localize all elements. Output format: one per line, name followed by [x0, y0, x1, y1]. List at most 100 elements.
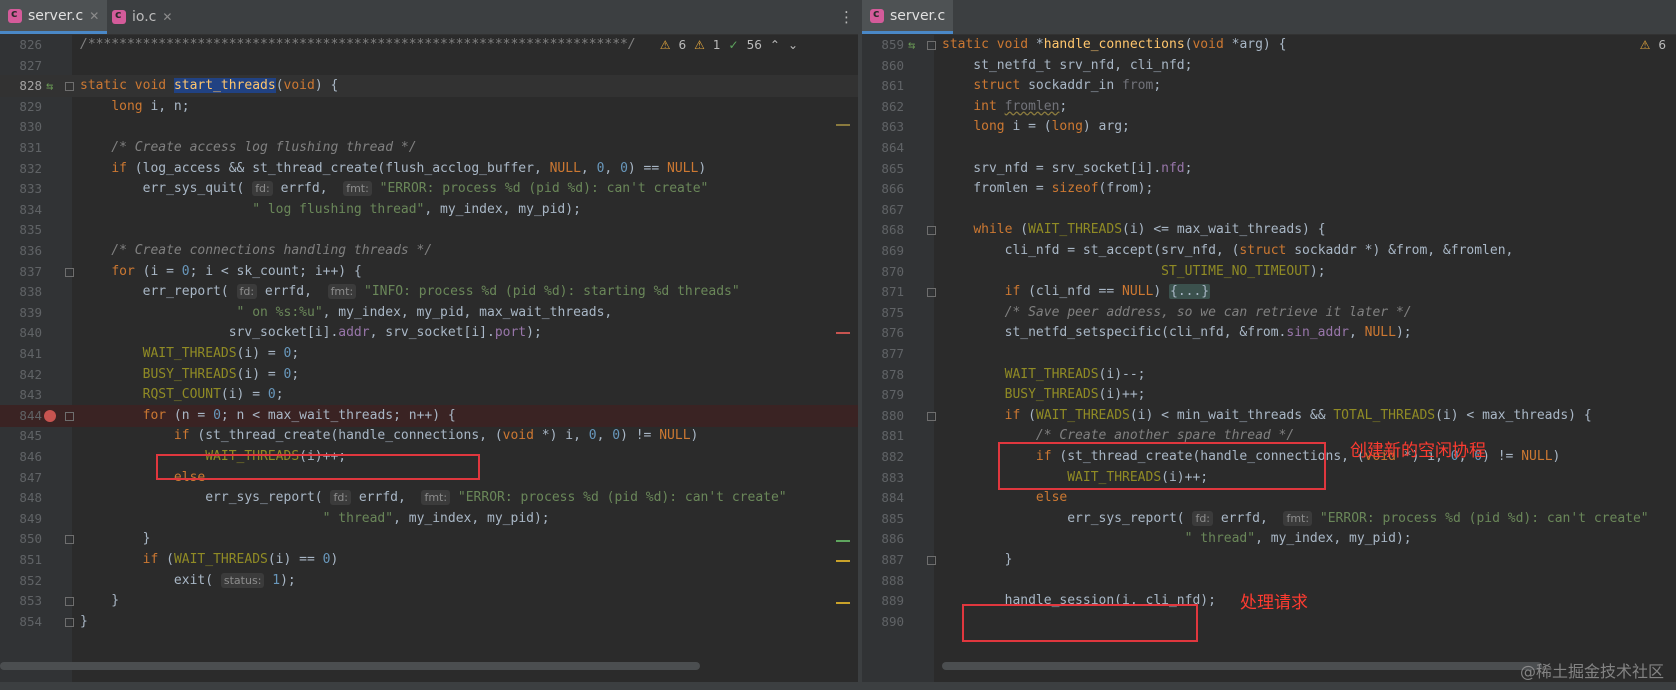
tab-server-c-left[interactable]: server.c ✕	[0, 0, 108, 34]
code-line[interactable]: 863 long i = (long) arg;	[862, 116, 1676, 138]
code-line[interactable]: 879 BUSY_THREADS(i)++;	[862, 384, 1676, 406]
line-number[interactable]: 871	[862, 281, 904, 303]
line-number[interactable]: 831	[0, 137, 42, 159]
error-stripe-mark[interactable]	[836, 124, 850, 126]
line-number[interactable]: 835	[0, 219, 42, 241]
code-line[interactable]: 866 fromlen = sizeof(from);	[862, 178, 1676, 200]
horizontal-scrollbar[interactable]	[0, 662, 700, 670]
line-number[interactable]: 886	[862, 528, 904, 550]
line-number[interactable]: 882	[862, 446, 904, 468]
fold-marker-icon[interactable]	[927, 556, 936, 565]
error-stripe-mark[interactable]	[836, 602, 850, 604]
code-line[interactable]: 859 ⇆ static void *handle_connections(void…	[862, 34, 1676, 56]
line-number[interactable]: 852	[0, 570, 42, 592]
line-number[interactable]: 843	[0, 384, 42, 406]
breakpoint-icon[interactable]	[44, 409, 56, 422]
code-line[interactable]: 869 cli_nfd = st_accept(srv_nfd, (struct…	[862, 240, 1676, 262]
fold-marker-icon[interactable]	[927, 226, 936, 236]
fold-marker-icon[interactable]	[65, 411, 74, 421]
recursive-call-icon[interactable]: ⇆	[46, 75, 53, 97]
line-number[interactable]: 880	[862, 405, 904, 427]
line-number[interactable]: 860	[862, 55, 904, 77]
code-line[interactable]: 871 if (cli_nfd == NULL) {...}	[862, 281, 1676, 303]
line-number[interactable]: 861	[862, 75, 904, 97]
code-line[interactable]: 835	[0, 219, 858, 241]
line-number[interactable]: 885	[862, 508, 904, 530]
code-line[interactable]: 845 if (st_thread_create(handle_connecti…	[0, 425, 858, 447]
code-line[interactable]: 853 }	[0, 590, 858, 612]
horizontal-scrollbar[interactable]	[942, 662, 1542, 670]
line-number[interactable]: 826	[0, 34, 42, 56]
line-number[interactable]: 884	[862, 487, 904, 509]
line-number[interactable]: 848	[0, 487, 42, 509]
line-number[interactable]: 833	[0, 178, 42, 200]
line-number[interactable]: 867	[862, 199, 904, 221]
code-line[interactable]: 850 }	[0, 528, 858, 550]
code-line[interactable]: 878 WAIT_THREADS(i)--;	[862, 364, 1676, 386]
code-line[interactable]: 884 else	[862, 487, 1676, 509]
line-number[interactable]: 836	[0, 240, 42, 262]
line-number[interactable]: 879	[862, 384, 904, 406]
line-number[interactable]: 847	[0, 467, 42, 489]
line-number[interactable]: 862	[862, 96, 904, 118]
code-line[interactable]: 829 long i, n;	[0, 96, 858, 118]
code-line[interactable]: 886 " thread", my_index, my_pid);	[862, 528, 1676, 550]
code-line[interactable]: 865 srv_nfd = srv_socket[i].nfd;	[862, 158, 1676, 180]
line-number[interactable]: 845	[0, 425, 42, 447]
code-line[interactable]: 852 exit( status: 1);	[0, 570, 858, 592]
code-line[interactable]: 851 if (WAIT_THREADS(i) == 0)	[0, 549, 858, 571]
line-number[interactable]: 850	[0, 528, 42, 550]
line-number[interactable]: 842	[0, 364, 42, 386]
code-line[interactable]: 832 if (log_access && st_thread_create(f…	[0, 158, 858, 180]
line-number[interactable]: 881	[862, 425, 904, 447]
code-line[interactable]: 880 if (WAIT_THREADS(i) < min_wait_threa…	[862, 405, 1676, 427]
more-options-icon[interactable]: ⋮	[839, 8, 854, 26]
fold-marker-icon[interactable]	[927, 288, 936, 298]
line-number[interactable]: 870	[862, 261, 904, 283]
code-line[interactable]: 842 BUSY_THREADS(i) = 0;	[0, 364, 858, 386]
code-line[interactable]: 868 while (WAIT_THREADS(i) <= max_wait_t…	[862, 219, 1676, 241]
code-line[interactable]: 844 for (n = 0; n < max_wait_threads; n+…	[0, 404, 858, 427]
code-line[interactable]: 839 " on %s:%u", my_index, my_pid, max_w…	[0, 302, 858, 324]
line-number[interactable]: 832	[0, 158, 42, 180]
code-line[interactable]: 864	[862, 137, 1676, 159]
line-number[interactable]: 869	[862, 240, 904, 262]
line-number[interactable]: 834	[0, 199, 42, 221]
code-line[interactable]: 830	[0, 116, 858, 138]
code-line[interactable]: 861 struct sockaddr_in from;	[862, 75, 1676, 97]
code-line[interactable]: 833 err_sys_quit( fd: errfd, fmt: "ERROR…	[0, 178, 858, 200]
line-number[interactable]: 841	[0, 343, 42, 365]
code-line[interactable]: 885 err_sys_report( fd: errfd, fmt: "ERR…	[862, 508, 1676, 530]
fold-marker-icon[interactable]	[65, 267, 74, 277]
fold-marker-icon[interactable]	[65, 82, 74, 92]
line-number[interactable]: 889	[862, 590, 904, 612]
line-number[interactable]: 830	[0, 116, 42, 138]
recursive-call-icon[interactable]: ⇆	[908, 34, 915, 56]
line-number[interactable]: 827	[0, 55, 42, 77]
code-line[interactable]: 837 for (i = 0; i < sk_count; i++) {	[0, 261, 858, 283]
code-line[interactable]: 840 srv_socket[i].addr, srv_socket[i].po…	[0, 322, 858, 344]
line-number[interactable]: 890	[862, 611, 904, 633]
line-number[interactable]: 840	[0, 322, 42, 344]
code-line[interactable]: 860 st_netfd_t srv_nfd, cli_nfd;	[862, 55, 1676, 77]
line-number[interactable]: 838	[0, 281, 42, 303]
code-line[interactable]: 862 int fromlen;	[862, 96, 1676, 118]
close-icon[interactable]: ✕	[162, 10, 172, 24]
code-line[interactable]: 849 " thread", my_index, my_pid);	[0, 508, 858, 530]
code-line[interactable]: 828 ⇆ static void start_threads(void) {	[0, 75, 858, 98]
line-number[interactable]: 863	[862, 116, 904, 138]
code-line[interactable]: 876 st_netfd_setspecific(cli_nfd, &from.…	[862, 322, 1676, 344]
line-number[interactable]: 876	[862, 322, 904, 344]
line-number[interactable]: 887	[862, 549, 904, 571]
line-number[interactable]: 859	[862, 34, 904, 56]
error-stripe-mark[interactable]	[836, 540, 850, 542]
line-number[interactable]: 853	[0, 590, 42, 612]
fold-marker-icon[interactable]	[65, 597, 74, 607]
code-line[interactable]: 875 /* Save peer address, so we can retr…	[862, 302, 1676, 324]
line-number[interactable]: 839	[0, 302, 42, 324]
fold-marker-icon[interactable]	[65, 617, 74, 627]
code-line[interactable]: 843 RQST_COUNT(i) = 0;	[0, 384, 858, 406]
tab-server-c-right[interactable]: server.c	[862, 0, 954, 34]
line-number[interactable]: 864	[862, 137, 904, 159]
code-line[interactable]: 848 err_sys_report( fd: errfd, fmt: "ERR…	[0, 487, 858, 509]
